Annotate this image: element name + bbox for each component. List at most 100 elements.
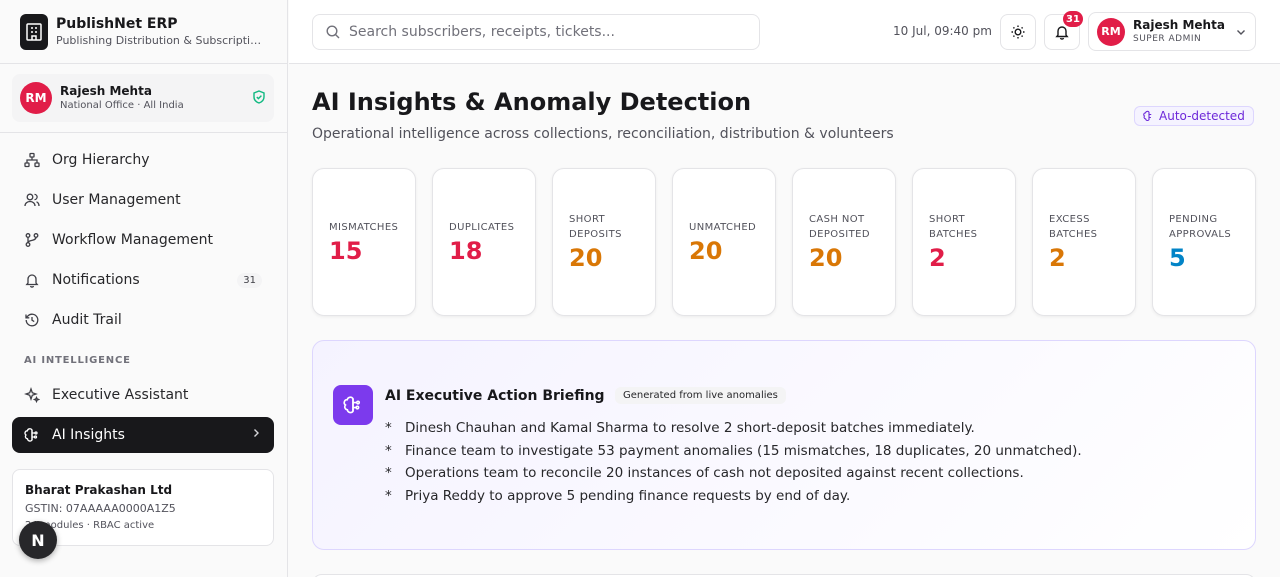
bullet: *: [385, 420, 392, 436]
sun-icon: [1010, 24, 1026, 40]
sidebar-item-workflow-management[interactable]: Workflow Management: [12, 222, 274, 258]
brain-icon: [333, 385, 373, 425]
sidebar-item-label: User Management: [52, 192, 181, 208]
ai-action-briefing: AI Executive Action Briefing Generated f…: [312, 340, 1256, 550]
bullet: *: [385, 488, 392, 505]
theme-toggle-button[interactable]: [1000, 14, 1036, 50]
stat-card-unmatched[interactable]: UNMATCHED 20: [672, 168, 776, 316]
sidebar-item-audit-trail[interactable]: Audit Trail: [12, 302, 274, 338]
brain-icon: [1143, 110, 1152, 121]
sidebar-item-label: Audit Trail: [52, 312, 122, 328]
stat-value: 15: [329, 236, 363, 265]
sidebar-item-label: Notifications: [52, 272, 140, 288]
search-input[interactable]: [349, 24, 749, 40]
git-branch-icon: [24, 232, 40, 248]
bullet: *: [385, 442, 392, 459]
bell-icon: [24, 272, 40, 288]
stat-label: DUPLICATES: [449, 221, 515, 233]
shield-check-icon: [252, 89, 266, 108]
stat-card-short-batches[interactable]: SHORT BATCHES 2: [912, 168, 1016, 316]
stat-value: 20: [569, 244, 603, 272]
page-subtitle: Operational intelligence across collecti…: [312, 126, 894, 142]
brand-title: PublishNet ERP: [56, 15, 178, 32]
stat-value: 2: [929, 244, 946, 272]
notification-count-badge: 31: [237, 272, 262, 288]
company-modules: 24 modules · RBAC active: [25, 520, 155, 531]
n-logo-icon: N: [31, 530, 45, 550]
briefing-item-text: Operations team to reconcile 20 instance…: [405, 465, 1024, 482]
stat-label: SHORT DEPOSITS: [569, 214, 622, 240]
sidebar-item-label: Executive Assistant: [52, 387, 189, 403]
chevron-right-icon: [250, 427, 262, 443]
avatar: RM: [20, 82, 52, 114]
stat-label: SHORT BATCHES: [929, 214, 978, 240]
briefing-list: * Dinesh Chauhan and Kamal Sharma to reso…: [385, 417, 1082, 508]
sidebar-item-executive-assistant[interactable]: Executive Assistant: [12, 377, 274, 413]
user-name: Rajesh Mehta: [60, 84, 152, 98]
stat-label: EXCESS BATCHES: [1049, 214, 1098, 240]
user-scope: National Office · All India: [60, 100, 184, 111]
bullet: *: [385, 465, 392, 482]
sidebar-item-label: AI Insights: [52, 427, 125, 443]
stat-card-excess-batches[interactable]: EXCESS BATCHES 2: [1032, 168, 1136, 316]
floating-assistant-button[interactable]: N: [19, 521, 57, 559]
stat-label: CASH NOT DEPOSITED: [809, 214, 870, 240]
sidebar-section-label: AI INTELLIGENCE: [24, 355, 131, 366]
chevron-down-icon: [1235, 26, 1247, 38]
briefing-source-chip: Generated from live anomalies: [615, 387, 786, 404]
sidebar-item-ai-insights[interactable]: AI Insights: [12, 417, 274, 453]
company-name: Bharat Prakashan Ltd: [25, 483, 173, 497]
notifications-button[interactable]: 31: [1044, 11, 1083, 50]
sidebar-user-card[interactable]: RM Rajesh Mehta National Office · All In…: [12, 74, 274, 122]
list-item: * Dinesh Chauhan and Kamal Sharma to reso…: [385, 417, 1082, 440]
users-icon: [24, 192, 40, 208]
search-icon: [325, 24, 341, 40]
auto-detected-chip: Auto-detected: [1134, 106, 1254, 126]
sidebar-item-org-hierarchy[interactable]: Org Hierarchy: [12, 142, 274, 178]
stat-label: UNMATCHED: [689, 221, 757, 233]
history-icon: [24, 312, 40, 328]
stat-value: 18: [449, 236, 483, 265]
stat-value: 20: [689, 236, 723, 265]
briefing-item-text: Priya Reddy to approve 5 pending finance…: [405, 488, 851, 505]
briefing-item-text: Dinesh Chauhan and Kamal Sharma to resol…: [405, 420, 975, 436]
stat-card-pending-approvals[interactable]: PENDING APPROVALS 5: [1152, 168, 1256, 316]
briefing-item-text: Finance team to investigate 53 payment a…: [405, 442, 1082, 459]
building-icon: [20, 13, 48, 50]
stat-card-mismatches[interactable]: MISMATCHES 15: [312, 168, 416, 316]
user-menu-button[interactable]: RM Rajesh Mehta SUPER ADMIN: [1088, 12, 1256, 51]
search-box[interactable]: [312, 14, 760, 50]
notification-badge: 31: [1063, 11, 1083, 27]
briefing-title: AI Executive Action Briefing: [385, 388, 605, 404]
chip-label: Auto-detected: [1159, 109, 1245, 123]
stat-card-duplicates[interactable]: DUPLICATES 18: [432, 168, 536, 316]
current-datetime: 10 Jul, 09:40 pm: [893, 24, 992, 38]
org-hierarchy-icon: [24, 152, 40, 168]
stat-value: 2: [1049, 244, 1066, 272]
company-gstin: GSTIN: 07AAAAA0000A1Z5: [25, 502, 176, 515]
stat-value: 5: [1169, 244, 1186, 272]
stat-label: MISMATCHES: [329, 221, 399, 233]
sidebar: PublishNet ERP Publishing Distribution &…: [0, 0, 288, 577]
list-item: * Operations team to reconcile 20 instanc…: [385, 462, 1082, 485]
stat-card-short-deposits[interactable]: SHORT DEPOSITS 20: [552, 168, 656, 316]
sidebar-item-user-management[interactable]: User Management: [12, 182, 274, 218]
sparkles-icon: [24, 387, 40, 403]
stat-value: 20: [809, 244, 843, 272]
stat-card-cash-not-deposited[interactable]: CASH NOT DEPOSITED 20: [792, 168, 896, 316]
user-name: Rajesh Mehta: [1133, 18, 1225, 32]
sidebar-item-label: Org Hierarchy: [52, 152, 150, 168]
sidebar-item-notifications[interactable]: Notifications 31: [12, 262, 274, 298]
sidebar-divider: [0, 132, 288, 133]
list-item: * Priya Reddy to approve 5 pending financ…: [385, 485, 1082, 508]
avatar: RM: [1097, 17, 1125, 46]
page-title: AI Insights & Anomaly Detection: [312, 88, 752, 116]
stat-label: PENDING APPROVALS: [1169, 214, 1232, 240]
list-item: * Finance team to investigate 53 payment …: [385, 440, 1082, 463]
sidebar-item-label: Workflow Management: [52, 232, 213, 248]
brand[interactable]: PublishNet ERP Publishing Distribution &…: [0, 0, 287, 64]
brain-icon: [24, 427, 40, 443]
top-header: 10 Jul, 09:40 pm 31 RM Rajesh Mehta SUPE…: [289, 0, 1280, 64]
brand-subtitle: Publishing Distribution & Subscriptions: [56, 33, 266, 47]
user-role: SUPER ADMIN: [1133, 34, 1202, 44]
